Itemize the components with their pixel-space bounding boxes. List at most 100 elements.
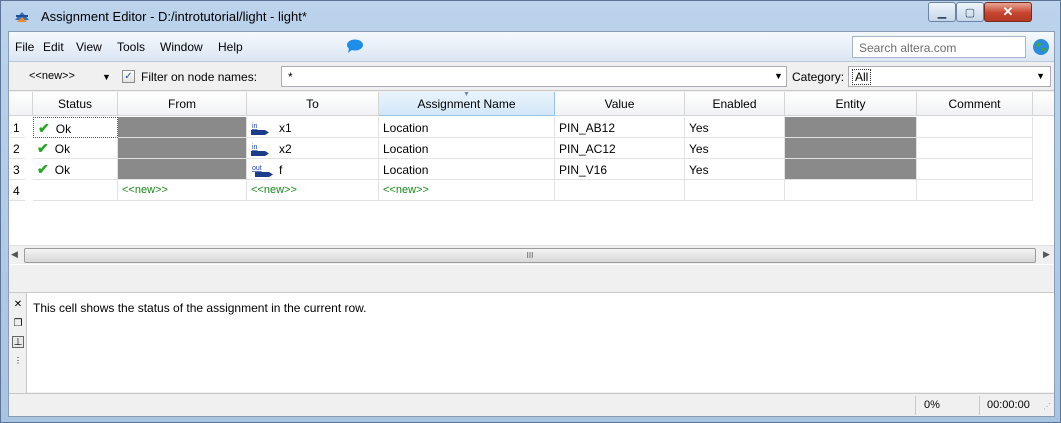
filter-label: Filter on node names:: [141, 70, 258, 84]
chat-bubble-icon[interactable]: [346, 39, 364, 53]
row-header-corner: [9, 92, 33, 116]
status-cell[interactable]: [33, 180, 118, 201]
comment-cell[interactable]: [917, 180, 1033, 201]
row-number[interactable]: 2: [9, 138, 25, 159]
scroll-left-icon[interactable]: ◀: [11, 249, 18, 260]
status-cell[interactable]: ✔ Ok: [33, 117, 118, 138]
pin-name: f: [279, 163, 283, 177]
new-from-cell[interactable]: <<new>>: [118, 180, 247, 201]
pin-name: x2: [279, 142, 292, 156]
filter-checkbox[interactable]: ✓: [122, 70, 135, 83]
node-name-filter-input[interactable]: *: [281, 66, 787, 87]
float-pane-icon[interactable]: ❐: [12, 318, 24, 330]
close-pane-icon[interactable]: ✕: [12, 299, 24, 311]
column-header-status[interactable]: Status: [33, 92, 118, 116]
assignment-table: Status From To ▼ Assignment Name Value E…: [9, 92, 1054, 265]
status-text: Ok: [54, 163, 71, 177]
chevron-down-icon[interactable]: ▼: [102, 72, 111, 82]
column-header-to[interactable]: To: [247, 92, 379, 116]
from-cell[interactable]: [118, 117, 247, 138]
menu-view[interactable]: View: [76, 40, 102, 54]
menu-bar: File Edit View Tools Window Help Search …: [9, 32, 1054, 62]
close-icon: ✕: [1002, 4, 1014, 19]
to-cell[interactable]: out f: [247, 159, 379, 180]
input-pin-icon: in: [251, 144, 269, 157]
status-cell[interactable]: ✔ Ok: [33, 159, 118, 180]
category-label: Category:: [792, 70, 845, 84]
value-cell[interactable]: PIN_AB12: [555, 117, 685, 138]
maximize-icon: ▢: [964, 6, 976, 19]
assignment-editor-window: Assignment Editor - D:/introtutorial/lig…: [0, 0, 1061, 423]
to-cell[interactable]: in x1: [247, 117, 379, 138]
menu-tools[interactable]: Tools: [117, 40, 145, 54]
entity-cell[interactable]: [785, 159, 917, 180]
enabled-cell[interactable]: Yes: [685, 138, 785, 159]
output-pin-icon: out: [252, 165, 273, 178]
minimize-button[interactable]: ▁: [928, 2, 956, 22]
enabled-cell[interactable]: Yes: [685, 159, 785, 180]
enabled-cell[interactable]: Yes: [685, 117, 785, 138]
scroll-right-icon[interactable]: ▶: [1043, 249, 1050, 260]
filter-bar: <<new>> ▼ ✓ Filter on node names: * ▼ Ca…: [9, 63, 1054, 91]
chevron-down-icon[interactable]: ▼: [774, 71, 783, 81]
column-header-value[interactable]: Value: [555, 92, 685, 116]
column-header-enabled[interactable]: Enabled: [685, 92, 785, 116]
menu-window[interactable]: Window: [160, 40, 203, 54]
entity-cell[interactable]: [785, 180, 917, 201]
status-cell[interactable]: ✔ Ok: [33, 138, 118, 159]
comment-cell[interactable]: [917, 138, 1033, 159]
pin-name: x1: [279, 121, 292, 135]
close-button[interactable]: ✕: [984, 2, 1032, 22]
input-pin-icon: in: [251, 123, 269, 136]
resize-grip-icon[interactable]: ⋰: [1043, 402, 1051, 411]
sort-indicator-icon: ▼: [463, 92, 470, 98]
entity-cell[interactable]: [785, 117, 917, 138]
menu-help[interactable]: Help: [218, 40, 243, 54]
menu-file[interactable]: File: [15, 40, 34, 54]
ok-check-icon: ✔: [37, 161, 49, 177]
status-divider: [915, 396, 916, 415]
from-cell[interactable]: [118, 159, 247, 180]
menu-edit[interactable]: Edit: [43, 40, 64, 54]
search-input[interactable]: Search altera.com: [852, 36, 1026, 58]
enabled-cell[interactable]: [685, 180, 785, 201]
category-select[interactable]: All ▼: [848, 66, 1051, 87]
assignment-name-cell[interactable]: Location: [379, 117, 555, 138]
column-header-t[interactable]: T: [1033, 92, 1054, 116]
title-bar[interactable]: Assignment Editor - D:/introtutorial/lig…: [1, 1, 1060, 31]
status-text: Ok: [54, 142, 71, 156]
chevron-down-icon: ▼: [1036, 71, 1045, 81]
row-number[interactable]: 4: [9, 180, 25, 201]
maximize-button[interactable]: ▢: [956, 2, 984, 22]
message-pane-toolbar: ✕ ❐ ⊥ ⋮: [9, 293, 27, 393]
status-divider: [979, 396, 980, 415]
value-cell[interactable]: PIN_AC12: [555, 138, 685, 159]
column-header-entity[interactable]: Entity: [785, 92, 917, 116]
entity-cell[interactable]: [785, 138, 917, 159]
comment-cell[interactable]: [917, 159, 1033, 180]
new-to-cell[interactable]: <<new>>: [247, 180, 379, 201]
new-assignment-combo[interactable]: <<new>>: [29, 70, 75, 82]
pin-pane-icon[interactable]: ⊥: [12, 336, 24, 348]
assignment-name-cell[interactable]: Location: [379, 159, 555, 180]
value-cell[interactable]: PIN_V16: [555, 159, 685, 180]
assignment-name-cell[interactable]: Location: [379, 138, 555, 159]
to-cell[interactable]: in x2: [247, 138, 379, 159]
horizontal-scrollbar[interactable]: ◀ III ▶: [9, 245, 1054, 264]
new-assignment-name-cell[interactable]: <<new>>: [379, 180, 555, 201]
globe-icon[interactable]: [1032, 38, 1050, 56]
progress-percent: 0%: [924, 399, 940, 411]
column-header-from[interactable]: From: [118, 92, 247, 116]
window-title: Assignment Editor - D:/introtutorial/lig…: [41, 9, 307, 24]
pin-direction: in: [252, 144, 258, 151]
column-header-label: Assignment Name: [417, 97, 516, 111]
from-cell[interactable]: [118, 138, 247, 159]
row-number[interactable]: 3: [9, 159, 25, 180]
scrollbar-thumb[interactable]: III: [24, 248, 1036, 263]
grip-icon[interactable]: ⋮: [12, 355, 24, 367]
value-cell[interactable]: [555, 180, 685, 201]
column-header-assignment-name[interactable]: ▼ Assignment Name: [379, 92, 555, 116]
comment-cell[interactable]: [917, 117, 1033, 138]
column-header-comment[interactable]: Comment: [917, 92, 1033, 116]
row-number[interactable]: 1: [9, 117, 25, 138]
